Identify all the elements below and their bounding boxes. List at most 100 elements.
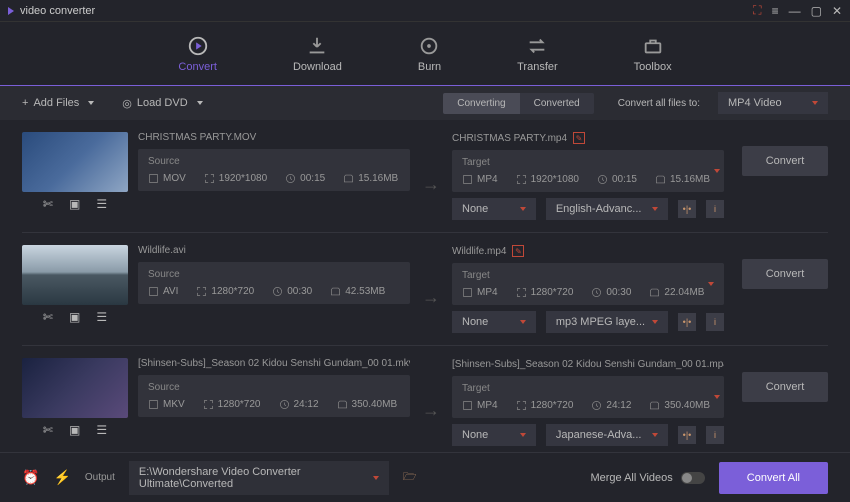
thumbnail-image[interactable] <box>22 245 128 305</box>
equalizer-button[interactable]: •|• <box>678 313 696 331</box>
thumbnail-col: ✄ ▣ ☰ <box>22 132 128 220</box>
output-path-select[interactable]: E:\Wondershare Video Converter Ultimate\… <box>129 461 389 495</box>
audio-select[interactable]: English-Advanc... <box>546 198 668 220</box>
source-box: SourceMOV1920*108000:1515.16MB <box>138 149 410 191</box>
source-label: Source <box>148 269 400 280</box>
edit-name-icon[interactable]: ✎ <box>573 132 585 144</box>
duration-value: 00:15 <box>285 173 325 184</box>
cut-icon[interactable]: ✄ <box>43 423 53 437</box>
resolution-value: 1280*720 <box>203 399 261 410</box>
info-button[interactable]: i <box>706 426 724 444</box>
source-meta: MKV1280*72024:12350.40MB <box>148 399 400 410</box>
resolution-value: 1280*720 <box>516 287 574 298</box>
resolution-value: 1280*720 <box>516 400 574 411</box>
clock-icon[interactable]: ⏰ <box>22 469 39 486</box>
chevron-down-icon <box>652 433 658 437</box>
minimize-icon[interactable]: — <box>789 4 801 18</box>
thumbnail-col: ✄ ▣ ☰ <box>22 358 128 446</box>
toolbox-icon <box>642 35 664 57</box>
info-button[interactable]: i <box>706 200 724 218</box>
source-box: SourceAVI1280*72000:3042.53MB <box>138 262 410 304</box>
audio-select[interactable]: Japanese-Adva... <box>546 424 668 446</box>
source-box: SourceMKV1280*72024:12350.40MB <box>138 375 410 417</box>
edit-name-icon[interactable]: ✎ <box>512 245 524 257</box>
target-label: Target <box>462 157 710 168</box>
main-tabs: Convert Download Burn Transfer Toolbox <box>0 22 850 86</box>
source-meta: MOV1920*108000:1515.16MB <box>148 173 400 184</box>
info-button[interactable]: i <box>706 313 724 331</box>
subtitle-select[interactable]: None <box>452 198 536 220</box>
cut-icon[interactable]: ✄ <box>43 197 53 211</box>
arrow-icon: → <box>420 374 442 446</box>
duration-value: 00:30 <box>272 286 312 297</box>
duration-value: 00:30 <box>591 287 631 298</box>
tab-convert[interactable]: Convert <box>168 29 227 79</box>
segment-converting[interactable]: Converting <box>443 93 519 114</box>
crop-icon[interactable]: ▣ <box>69 423 80 437</box>
tab-transfer[interactable]: Transfer <box>507 29 568 79</box>
target-meta: MP41920*108000:1515.16MB <box>462 174 710 185</box>
target-format-expand[interactable] <box>710 169 720 173</box>
crop-icon[interactable]: ▣ <box>69 310 80 324</box>
disc-icon: ◎ <box>122 97 132 110</box>
target-meta: MP41280*72024:12350.40MB <box>462 400 710 411</box>
close-icon[interactable]: ✕ <box>832 4 842 18</box>
subtitle-select[interactable]: None <box>452 311 536 333</box>
convert-button[interactable]: Convert <box>742 372 828 402</box>
subtitle-select[interactable]: None <box>452 424 536 446</box>
tab-label: Toolbox <box>634 61 672 73</box>
maximize-icon[interactable]: ▢ <box>811 4 822 18</box>
settings-icon[interactable]: ☰ <box>96 423 107 437</box>
bolt-icon[interactable]: ⚡ <box>53 469 70 486</box>
duration-value: 24:12 <box>279 399 319 410</box>
format-value: MKV <box>148 399 185 410</box>
thumbnail-image[interactable] <box>22 132 128 192</box>
thumb-tools: ✄ ▣ ☰ <box>22 305 128 324</box>
thumbnail-image[interactable] <box>22 358 128 418</box>
load-dvd-button[interactable]: ◎ Load DVD <box>122 97 202 110</box>
tab-label: Transfer <box>517 61 558 73</box>
chevron-down-icon <box>812 101 818 105</box>
file-list: ✄▣☰CHRISTMAS PARTY.MOVSourceMOV1920*1080… <box>0 120 850 452</box>
target-format-expand[interactable] <box>710 395 720 399</box>
format-value: MP4 <box>462 400 498 411</box>
target-box: Target MP41920*108000:1515.16MB <box>452 150 724 192</box>
tab-label: Burn <box>418 61 441 73</box>
tab-burn[interactable]: Burn <box>408 29 451 79</box>
settings-icon[interactable]: ☰ <box>96 197 107 211</box>
resolution-value: 1280*720 <box>196 286 254 297</box>
equalizer-button[interactable]: •|• <box>678 426 696 444</box>
add-files-button[interactable]: + Add Files <box>22 97 94 109</box>
cut-icon[interactable]: ✄ <box>43 310 53 324</box>
source-filename: [Shinsen-Subs]_Season 02 Kidou Senshi Gu… <box>138 358 410 369</box>
source-label: Source <box>148 382 400 393</box>
convert-button[interactable]: Convert <box>742 259 828 289</box>
target-meta: MP41280*72000:3022.04MB <box>462 287 704 298</box>
app-logo-icon <box>8 7 14 15</box>
segment-converted[interactable]: Converted <box>520 93 594 114</box>
plus-icon: + <box>22 97 28 109</box>
tab-label: Convert <box>178 61 217 73</box>
target-box: TargetMP41280*72000:3022.04MB <box>452 263 724 305</box>
resolution-value: 1920*1080 <box>516 174 579 185</box>
convert-icon <box>187 35 209 57</box>
convert-button[interactable]: Convert <box>742 146 828 176</box>
equalizer-button[interactable]: •|• <box>678 200 696 218</box>
convert-all-button[interactable]: Convert All <box>719 462 828 494</box>
crop-icon[interactable]: ▣ <box>69 197 80 211</box>
audio-select[interactable]: mp3 MPEG laye... <box>546 311 668 333</box>
folder-icon[interactable]: 🗁 <box>403 468 417 487</box>
gift-icon[interactable]: ⛶ <box>753 3 761 18</box>
source-col: Wildlife.aviSourceAVI1280*72000:3042.53M… <box>138 245 410 333</box>
tab-toolbox[interactable]: Toolbox <box>624 29 682 79</box>
file-row: ✄ ▣ ☰ [Shinsen-Subs]_Season 02 Kidou Senshi… <box>22 346 828 452</box>
target-format-expand[interactable] <box>704 282 714 286</box>
menu-icon[interactable]: ≡ <box>772 4 779 18</box>
tab-download[interactable]: Download <box>283 29 352 79</box>
track-selects: None mp3 MPEG laye... •|• i <box>452 311 724 333</box>
merge-toggle[interactable] <box>681 472 705 484</box>
merge-toggle-group: Merge All Videos <box>590 472 704 484</box>
resolution-value: 1920*1080 <box>204 173 267 184</box>
target-format-select[interactable]: MP4 Video <box>718 92 828 114</box>
settings-icon[interactable]: ☰ <box>96 310 107 324</box>
